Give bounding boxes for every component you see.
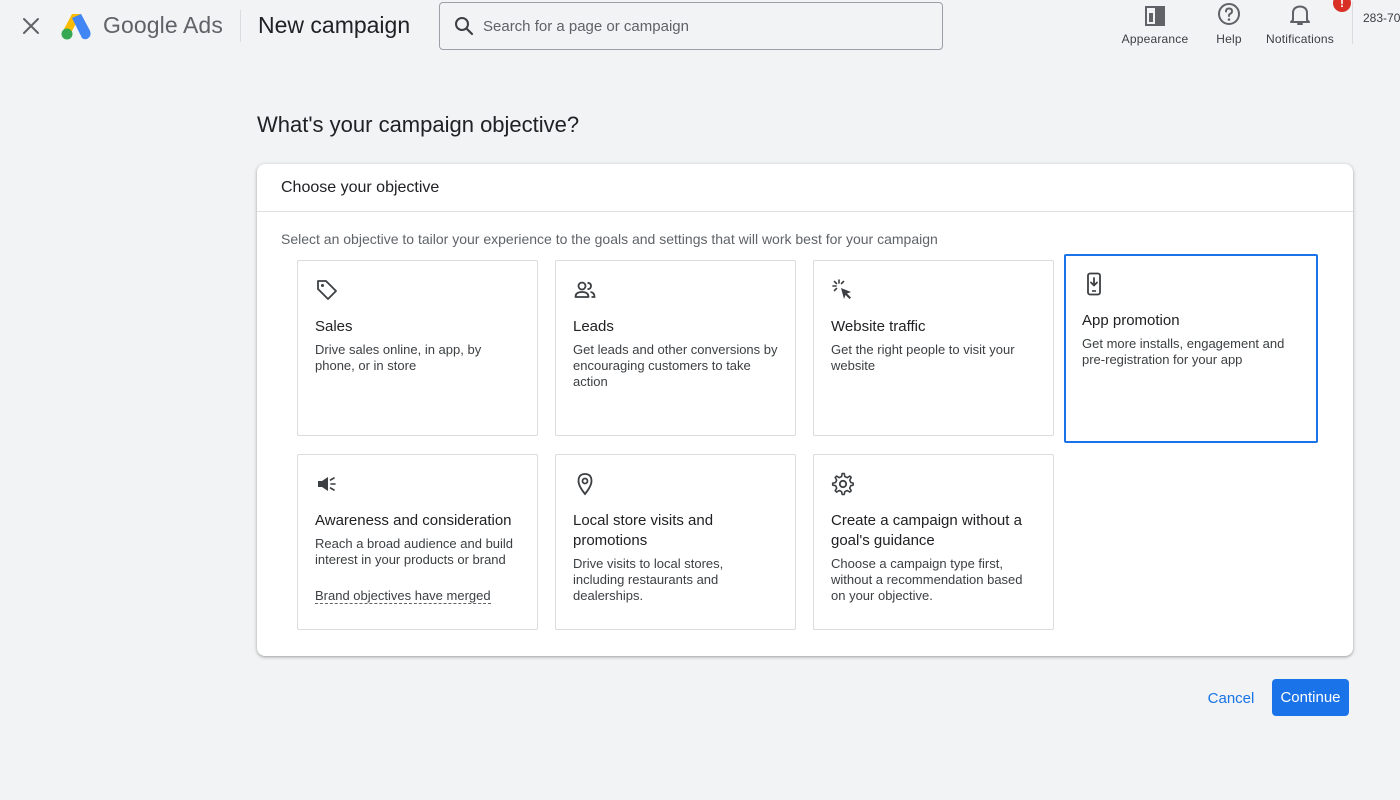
objective-description: Get the right people to visit your websi… <box>831 342 1015 373</box>
search-icon <box>455 17 474 36</box>
gear-icon <box>831 472 855 496</box>
notifications-label: Notifications <box>1266 32 1334 46</box>
objective-title: Website traffic <box>831 318 926 335</box>
objective-app-promotion[interactable]: App promotion Get more installs, engagem… <box>1064 254 1318 443</box>
cancel-button[interactable]: Cancel <box>1198 680 1264 716</box>
brand-objectives-link[interactable]: Brand objectives have merged <box>315 588 491 604</box>
objective-title: Local store visits and promotions <box>573 512 714 549</box>
phone-download-icon <box>1082 272 1106 296</box>
people-icon <box>573 278 597 302</box>
objective-description: Drive visits to local stores, including … <box>573 556 724 603</box>
top-bar: Google Ads New campaign Appearance Help … <box>0 0 1400 52</box>
header-right-divider <box>1352 2 1353 44</box>
objective-sales[interactable]: Sales Drive sales online, in app, by pho… <box>297 260 538 436</box>
search-input[interactable] <box>483 17 903 35</box>
objective-local-store-visits[interactable]: Local store visits and promotions Drive … <box>555 454 796 630</box>
objective-leads[interactable]: Leads Get leads and other conversions by… <box>555 260 796 436</box>
objective-no-guidance[interactable]: Create a campaign without a goal's guida… <box>813 454 1054 630</box>
product-name: Google Ads <box>103 12 223 38</box>
search-box[interactable] <box>439 2 943 50</box>
megaphone-icon <box>315 472 339 496</box>
header-divider <box>240 10 241 42</box>
help-label: Help <box>1216 32 1242 46</box>
objective-title: App promotion <box>1082 312 1180 329</box>
page-heading: New campaign <box>258 12 411 38</box>
objective-title: Create a campaign without a goal's guida… <box>831 512 1022 549</box>
continue-button[interactable]: Continue <box>1272 679 1349 716</box>
appearance-icon <box>1144 0 1166 26</box>
location-pin-icon <box>573 472 597 496</box>
objective-website-traffic[interactable]: Website traffic Get the right people to … <box>813 260 1054 436</box>
objective-awareness[interactable]: Awareness and consideration Reach a broa… <box>297 454 538 630</box>
account-id[interactable]: 283-70 <box>1363 11 1400 25</box>
objective-description: Choose a campaign type first, without a … <box>831 556 1023 603</box>
page-title: What's your campaign objective? <box>257 112 580 137</box>
objective-description: Reach a broad audience and build interes… <box>315 536 514 567</box>
objective-title: Awareness and consideration <box>315 512 512 529</box>
notifications-button[interactable]: ! Notifications <box>1259 0 1351 46</box>
appearance-label: Appearance <box>1121 32 1189 46</box>
help-icon <box>1217 0 1241 26</box>
objective-description: Drive sales online, in app, by phone, or… <box>315 342 482 373</box>
objective-title: Leads <box>573 318 614 335</box>
tag-icon <box>315 278 339 302</box>
close-icon[interactable] <box>18 13 44 39</box>
bell-icon: ! <box>1289 0 1351 26</box>
cursor-click-icon <box>831 278 855 302</box>
notification-badge: ! <box>1333 0 1351 12</box>
help-button[interactable]: Help <box>1208 0 1250 46</box>
objective-title: Sales <box>315 318 353 335</box>
objective-card: Choose your objective Select an objectiv… <box>257 164 1353 656</box>
objective-description: Get leads and other conversions by encou… <box>573 342 778 389</box>
objective-description: Get more installs, engagement and pre-re… <box>1082 336 1285 367</box>
card-description: Select an objective to tailor your exper… <box>281 231 938 247</box>
card-header: Choose your objective <box>257 164 1353 212</box>
appearance-button[interactable]: Appearance <box>1117 0 1193 46</box>
google-ads-logo-icon <box>60 12 92 40</box>
